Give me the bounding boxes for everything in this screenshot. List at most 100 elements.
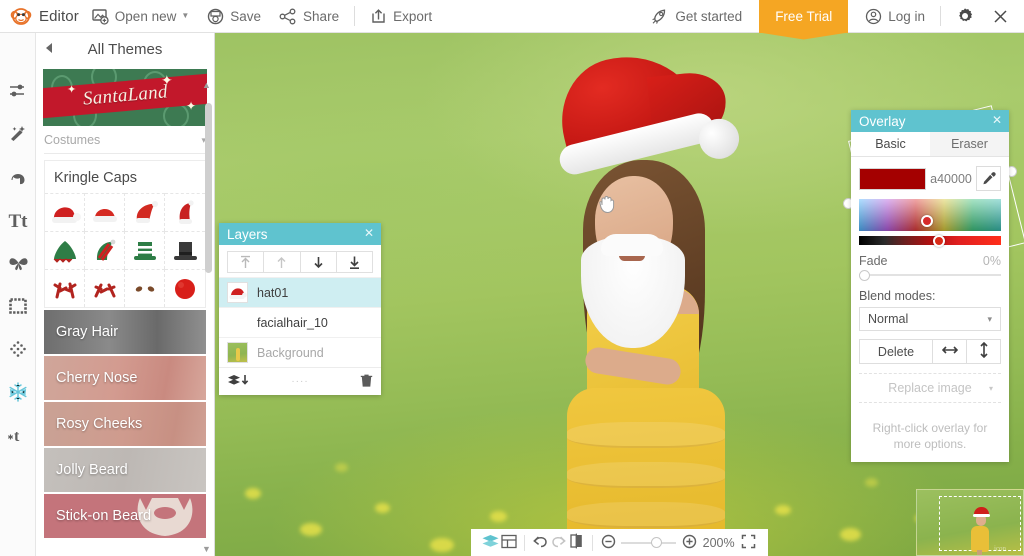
hat-thumb-santa-hat-4[interactable] — [165, 193, 205, 231]
settings-button[interactable] — [947, 0, 983, 33]
saturation-picker[interactable] — [859, 199, 1001, 231]
eyedropper-button[interactable] — [976, 166, 1001, 191]
zoom-level-value: 200% — [703, 536, 735, 550]
category-gray-hair[interactable]: Gray Hair — [44, 310, 206, 354]
hat-thumb-elf-hat-striped[interactable] — [85, 231, 125, 269]
fade-slider[interactable] — [859, 270, 1001, 280]
hat-thumb-elf-hat-green[interactable] — [45, 231, 85, 269]
hat-thumb-santa-hat-3[interactable] — [125, 193, 165, 231]
delete-button[interactable]: Delete — [859, 339, 933, 364]
sliders-icon — [8, 81, 28, 104]
color-hex-value[interactable]: a40000 — [926, 172, 976, 186]
redo-button[interactable] — [549, 529, 567, 556]
top-toolbar: Editor Open new ▼ Save — [0, 0, 1024, 33]
navigator-preview[interactable]: icon — [916, 489, 1024, 556]
saturation-knob[interactable] — [921, 215, 933, 227]
hue-slider[interactable] — [859, 236, 1001, 245]
flip-vertical-button[interactable] — [966, 339, 1001, 364]
get-started-button[interactable]: Get started — [642, 0, 751, 33]
hat-thumb-antlers-1[interactable] — [45, 269, 85, 307]
hat-thumb-red-nose[interactable] — [165, 269, 205, 307]
zoom-out-button[interactable] — [599, 529, 617, 556]
layers-icon — [481, 534, 500, 552]
overlay-hint-text: Right-click overlay for more options. — [851, 411, 1009, 462]
open-new-button[interactable]: Open new ▼ — [83, 0, 198, 33]
layer-thumb-empty — [227, 312, 248, 333]
tab-basic[interactable]: Basic — [851, 132, 930, 156]
hat-thumb-reindeer-ears[interactable] — [125, 269, 165, 307]
flatten-layers-icon[interactable] — [227, 373, 249, 390]
layers-toggle-button[interactable] — [481, 529, 500, 556]
category-cherry-nose[interactable]: Cherry Nose — [44, 356, 206, 400]
rail-item-themes-text[interactable]: t — [0, 415, 36, 458]
hat-thumb-santa-hat-1[interactable] — [45, 193, 85, 231]
bring-to-front-button[interactable] — [227, 251, 264, 273]
layer-name: facialhair_10 — [257, 316, 328, 330]
compare-icon — [569, 533, 584, 552]
tab-eraser[interactable]: Eraser — [930, 132, 1009, 156]
compare-button[interactable] — [568, 529, 586, 556]
toolbar-divider — [354, 6, 355, 26]
send-backward-button[interactable] — [300, 251, 337, 273]
category-stick-on-beard[interactable]: Stick-on Beard — [44, 494, 206, 538]
layer-row-background[interactable]: Background — [219, 337, 381, 367]
rail-item-overlays[interactable] — [0, 243, 36, 286]
santa-land-banner[interactable]: SantaLand ✦ ✦ ✦ — [43, 69, 207, 126]
hat-thumb-elf-top-hat-green[interactable] — [125, 231, 165, 269]
fade-slider-knob[interactable] — [859, 270, 870, 281]
image-add-icon — [92, 8, 109, 25]
tool-rail: Tt — [0, 33, 36, 556]
hue-knob[interactable] — [933, 235, 945, 247]
free-trial-button[interactable]: Free Trial — [759, 0, 848, 33]
replace-image-button[interactable]: Replace image ▾ — [859, 373, 1001, 403]
back-arrow-icon[interactable] — [46, 43, 52, 53]
rail-item-text[interactable]: Tt — [0, 200, 36, 243]
open-new-label: Open new — [115, 9, 177, 24]
trash-icon[interactable] — [360, 373, 373, 391]
tab-eraser-label: Eraser — [951, 137, 988, 151]
layer-row-hat01[interactable]: hat01 — [219, 277, 381, 307]
color-swatch[interactable] — [859, 168, 926, 190]
background-thumb — [227, 342, 248, 363]
log-in-button[interactable]: Log in — [856, 0, 934, 33]
rail-item-frames[interactable] — [0, 286, 36, 329]
costumes-category-dropdown[interactable]: Costumes ▾ — [44, 133, 206, 154]
scroll-up-arrow-icon[interactable]: ▲ — [202, 80, 211, 90]
blend-mode-select[interactable]: Normal ▾ — [859, 307, 1001, 331]
rail-item-touch-up[interactable] — [0, 157, 36, 200]
hat-thumb-top-hat-black[interactable] — [165, 231, 205, 269]
grid-toggle-button[interactable] — [500, 529, 518, 556]
rail-item-effects[interactable] — [0, 114, 36, 157]
send-to-back-button[interactable] — [336, 251, 373, 273]
texture-icon — [8, 339, 28, 362]
overlay-tabs: Basic Eraser — [851, 132, 1009, 157]
rail-item-themes[interactable] — [0, 372, 36, 415]
category-rosy-cheeks[interactable]: Rosy Cheeks — [44, 402, 206, 446]
close-x-icon[interactable]: ✕ — [992, 113, 1002, 127]
flip-horizontal-button[interactable] — [932, 339, 967, 364]
app-logo[interactable]: Editor — [0, 6, 83, 26]
export-button[interactable]: Export — [361, 0, 441, 33]
undo-button[interactable] — [531, 529, 549, 556]
layer-row-facialhair[interactable]: facialhair_10 — [219, 307, 381, 337]
close-x-icon[interactable]: ✕ — [364, 226, 374, 240]
zoom-slider-knob[interactable] — [651, 537, 662, 548]
fullscreen-button[interactable] — [740, 529, 758, 556]
hat-thumb-antlers-2[interactable] — [85, 269, 125, 307]
save-button[interactable]: Save — [198, 0, 270, 33]
share-button[interactable]: Share — [270, 0, 348, 33]
themes-panel-title: All Themes — [36, 41, 214, 58]
close-window-button[interactable] — [983, 0, 1018, 33]
category-jolly-beard[interactable]: Jolly Beard — [44, 448, 206, 492]
rail-item-basic-edits[interactable] — [0, 71, 36, 114]
bring-forward-button[interactable] — [263, 251, 300, 273]
drag-handle[interactable]: ···· — [291, 376, 308, 387]
hat-thumb-santa-hat-2[interactable] — [85, 193, 125, 231]
preview-hat-brim — [973, 514, 990, 517]
zoom-in-button[interactable] — [680, 529, 698, 556]
scroll-down-arrow-icon[interactable]: ▼ — [202, 544, 211, 554]
themes-scroll-thumb[interactable] — [205, 103, 212, 273]
save-label: Save — [230, 9, 261, 24]
zoom-slider[interactable] — [621, 542, 676, 544]
rail-item-textures[interactable] — [0, 329, 36, 372]
